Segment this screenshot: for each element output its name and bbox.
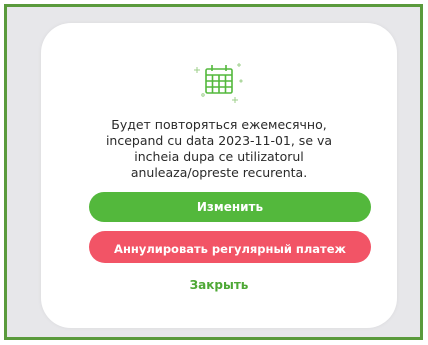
edit-button[interactable]: Изменить: [89, 192, 371, 222]
recurring-payment-modal: Будет повторяться ежемесячно, incepand c…: [41, 23, 397, 328]
close-link[interactable]: Закрыть: [41, 278, 397, 292]
recurrence-message: Будет повторяться ежемесячно, incepand c…: [105, 117, 333, 180]
app-frame: Будет повторяться ежемесячно, incepand c…: [4, 4, 423, 340]
calendar-icon: [189, 51, 249, 111]
cancel-recurring-payment-button[interactable]: Аннулировать регулярный платеж: [89, 231, 371, 263]
